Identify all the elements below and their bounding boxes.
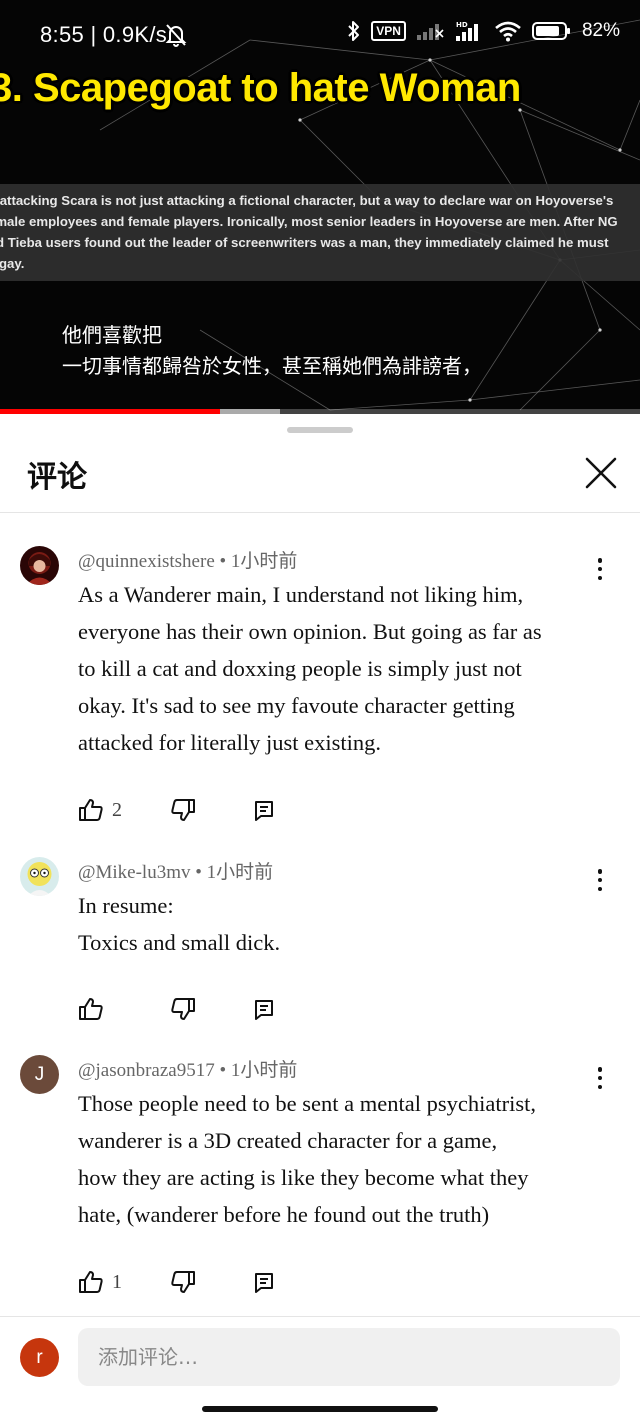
avatar[interactable]: J xyxy=(20,1055,59,1094)
like-count: 2 xyxy=(112,798,122,821)
more-options-icon[interactable] xyxy=(588,865,612,895)
avatar[interactable] xyxy=(20,546,59,585)
video-caption-text: o attacking Scara is not just attacking … xyxy=(0,193,618,271)
close-icon[interactable] xyxy=(578,450,624,496)
web-node xyxy=(298,118,302,122)
vpn-icon: VPN xyxy=(371,21,406,41)
anime-avatar-image xyxy=(20,546,59,585)
web-line xyxy=(469,259,561,401)
comments-title: 评论 xyxy=(27,460,87,495)
video-overlay-title: 3. Scapegoat to hate Woman xyxy=(0,66,521,110)
comment-meta: @Mike-lu3mv • 1小时前 xyxy=(78,862,274,883)
wifi-icon xyxy=(495,21,521,42)
comment-meta: @jasonbraza9517 • 1小时前 xyxy=(78,1060,298,1081)
reply-icon[interactable] xyxy=(253,800,275,822)
comment-author[interactable]: @jasonbraza9517 xyxy=(78,1060,215,1081)
comment-time: 1小时前 xyxy=(230,1060,298,1081)
comment-author[interactable]: @quinnexistshere xyxy=(78,551,215,572)
web-node xyxy=(618,148,622,152)
like-button[interactable]: 2 xyxy=(78,798,122,822)
video-caption-box: o attacking Scara is not just attacking … xyxy=(0,184,640,281)
battery-percent: 82% xyxy=(581,20,620,41)
user-avatar[interactable]: r xyxy=(20,1338,59,1377)
header-divider xyxy=(0,512,640,513)
web-line xyxy=(469,379,640,401)
thumbs-up-icon xyxy=(79,1271,103,1293)
comment-actions xyxy=(78,997,298,1025)
hd-signal-icon: HD xyxy=(455,21,478,41)
web-line xyxy=(519,329,601,411)
reply-icon[interactable] xyxy=(253,999,275,1021)
battery-icon xyxy=(531,22,570,40)
video-player[interactable]: 8:55 | 0.9K/s VPN HD 82% 3. Scapegoat to… xyxy=(0,0,640,414)
status-icons: VPN HD 82% xyxy=(347,20,620,42)
svg-text:HD: HD xyxy=(456,21,468,29)
bell-off-icon xyxy=(165,24,187,47)
status-time-speed: 8:55 | 0.9K/s xyxy=(40,22,168,47)
comment-actions: 1 xyxy=(78,1270,298,1298)
thumbs-down-icon[interactable] xyxy=(170,1270,196,1294)
drag-handle[interactable] xyxy=(287,427,353,433)
comment-text: Those people need to be sent a mental ps… xyxy=(78,1091,536,1227)
status-bar: 8:55 | 0.9K/s VPN HD 82% xyxy=(0,0,640,70)
bluetooth-icon xyxy=(348,21,360,41)
like-button[interactable] xyxy=(78,997,112,1021)
comment-meta: @quinnexistshere • 1小时前 xyxy=(78,551,298,572)
comment-actions: 2 xyxy=(78,798,298,826)
comment-time: 1小时前 xyxy=(230,551,298,572)
like-count: 1 xyxy=(112,1270,122,1293)
like-button[interactable]: 1 xyxy=(78,1270,122,1294)
add-comment-input[interactable] xyxy=(78,1328,620,1386)
comment-time: 1小时前 xyxy=(206,862,274,883)
more-options-icon[interactable] xyxy=(588,1063,612,1093)
comments-sheet: 评论 @quinnexistshere • 1小时前 As a Wanderer… xyxy=(0,414,640,1422)
comment-text: As a Wanderer main, I understand not lik… xyxy=(78,582,542,755)
web-node xyxy=(468,398,472,402)
more-options-icon[interactable] xyxy=(588,554,612,584)
thumbs-down-icon[interactable] xyxy=(170,798,196,822)
signal-icon xyxy=(416,24,444,40)
avatar[interactable] xyxy=(20,857,59,896)
web-line xyxy=(519,109,640,161)
reply-icon[interactable] xyxy=(253,1272,275,1294)
web-line xyxy=(619,99,640,151)
thumbs-up-icon xyxy=(79,799,103,821)
thumbs-down-icon[interactable] xyxy=(170,997,196,1021)
network-speed: 0.9K/s xyxy=(102,22,168,47)
video-subtitle: 他們喜歡把 一切事情都歸咎於女性，甚至稱她們為誹謗者， xyxy=(62,323,482,378)
cartoon-avatar-image xyxy=(20,857,59,896)
web-node xyxy=(598,328,602,332)
compose-divider xyxy=(0,1316,640,1317)
comment-text: In resume: Toxics and small dick. xyxy=(78,893,281,955)
home-indicator[interactable] xyxy=(202,1406,438,1412)
thumbs-up-icon xyxy=(79,998,103,1020)
comment-author[interactable]: @Mike-lu3mv xyxy=(78,862,191,883)
clock: 8:55 xyxy=(40,22,85,47)
